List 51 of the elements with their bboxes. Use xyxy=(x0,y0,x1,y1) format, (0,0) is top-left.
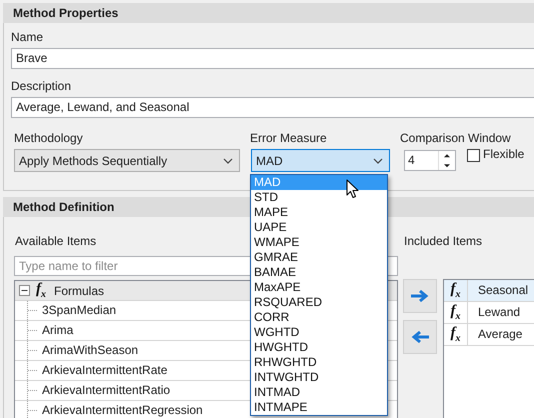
arrow-left-icon xyxy=(410,330,430,344)
dropdown-option[interactable]: HWGHTD xyxy=(251,340,387,355)
section-label: Available Items xyxy=(15,233,96,249)
dropdown-option[interactable]: MAPE xyxy=(251,205,387,220)
formula-icon: f$_{x}$ xyxy=(450,303,460,322)
dropdown-option[interactable]: INTMAPE xyxy=(251,400,387,415)
tree-item[interactable]: ArkievaIntermittentRate xyxy=(42,362,168,378)
field-label: Description xyxy=(11,78,72,94)
dropdown-option[interactable]: WMAPE xyxy=(251,235,387,250)
included-row[interactable]: f$_{x}$ Lewand xyxy=(444,302,534,324)
chevron-down-icon xyxy=(373,158,383,164)
arrow-right-icon xyxy=(410,289,430,303)
formula-icon: f$_{x}$ xyxy=(36,281,46,300)
field-label: Comparison Window xyxy=(400,130,512,146)
dropdown-option[interactable]: INTMAD xyxy=(251,385,387,400)
section-label: Included Items xyxy=(404,233,482,249)
dropdown-option[interactable]: RHWGHTD xyxy=(251,355,387,370)
remove-button[interactable] xyxy=(403,320,437,354)
chevron-down-icon xyxy=(223,158,233,164)
table-cell: Seasonal xyxy=(468,280,534,301)
field-label: Error Measure xyxy=(250,130,328,146)
formula-icon: f$_{x}$ xyxy=(450,281,460,300)
methodology-dropdown[interactable]: Apply Methods Sequentially xyxy=(14,149,240,172)
error-measure-dropdown[interactable]: MAD xyxy=(251,149,390,172)
tree-item[interactable]: ArimaWithSeason xyxy=(42,342,138,358)
spinner-field[interactable]: 4 xyxy=(404,150,456,171)
tree-item[interactable]: 3SpanMedian xyxy=(42,302,116,318)
dropdown-option[interactable]: CORR xyxy=(251,310,387,325)
field-label: Methodology xyxy=(14,130,84,146)
panel-title: Method Properties xyxy=(3,3,534,23)
tree-item-label: Formulas xyxy=(54,284,104,298)
tree-item[interactable]: Arima xyxy=(42,322,74,338)
dropdown-option[interactable]: UAPE xyxy=(251,220,387,235)
checkbox-label: Flexible xyxy=(483,146,524,163)
checkbox[interactable] xyxy=(467,149,480,162)
table-cell: Lewand xyxy=(468,302,534,323)
field-label: Name xyxy=(11,29,44,45)
name-field[interactable]: Brave xyxy=(11,48,534,69)
tree-item[interactable]: ArkievaIntermittentRegression xyxy=(42,402,203,418)
tree-item[interactable]: ArkievaIntermittentRatio xyxy=(42,382,170,398)
add-button[interactable] xyxy=(403,279,437,313)
collapse-icon[interactable] xyxy=(19,285,30,296)
formula-icon: f$_{x}$ xyxy=(450,325,460,344)
dropdown-option[interactable]: INTWGHTD xyxy=(251,370,387,385)
included-row[interactable]: f$_{x}$ Seasonal xyxy=(444,280,534,302)
description-field[interactable]: Average, Lewand, and Seasonal xyxy=(11,97,534,118)
included-row[interactable]: f$_{x}$ Average xyxy=(444,324,534,346)
dropdown-option[interactable]: WGHTD xyxy=(251,325,387,340)
table-cell: Average xyxy=(468,324,534,345)
cursor-icon xyxy=(346,179,359,199)
dropdown-option[interactable]: MaxAPE xyxy=(251,280,387,295)
